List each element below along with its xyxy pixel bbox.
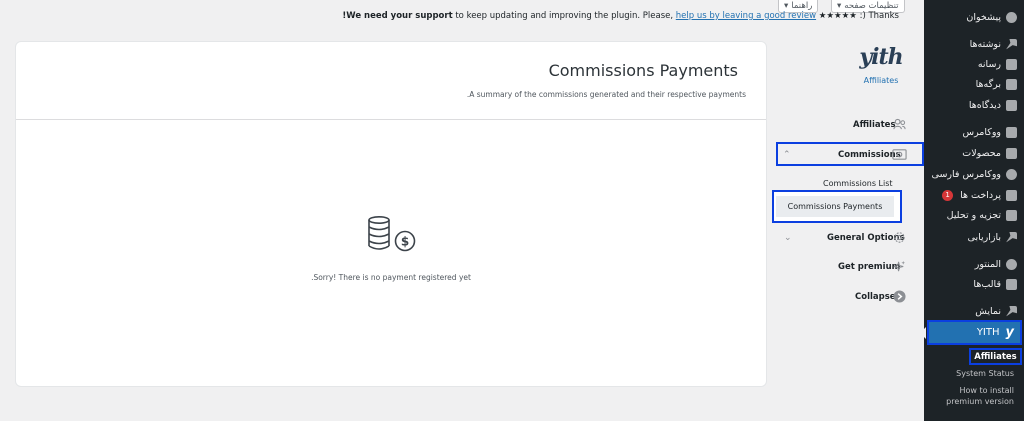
current-menu-arrow	[920, 327, 926, 339]
wp-menu-comments[interactable]: دیدگاه‌ها	[924, 95, 1024, 115]
notice-text: to keep updating and improving the plugi…	[452, 11, 676, 21]
wp-menu-label: بازاریابی	[967, 231, 1001, 243]
pages-icon	[1006, 78, 1017, 90]
wp-menu-marketing[interactable]: بازاریابی	[924, 227, 1024, 247]
chevron-up-icon: ⌃	[783, 150, 791, 160]
marketing-icon	[1006, 231, 1017, 243]
templates-icon	[1006, 278, 1017, 290]
nav-get-premium[interactable]: Get premium	[838, 257, 900, 277]
wp-menu-templates[interactable]: قالب‌ها	[924, 274, 1024, 294]
wp-menu-label: رسانه	[977, 58, 1001, 70]
users-icon	[893, 118, 906, 130]
wp-menu-label: نوشته‌ها	[969, 38, 1001, 50]
wp-menu-label: YITH	[976, 327, 1000, 338]
review-notice: !We need your support to keep updating a…	[342, 11, 899, 21]
wp-menu-appearance[interactable]: نمایش	[924, 301, 1024, 321]
notification-badge: 1	[942, 189, 954, 201]
nav-commissions-payments[interactable]: Commissions Payments	[772, 190, 902, 223]
analytics-icon	[1006, 209, 1017, 221]
products-icon	[1006, 147, 1017, 159]
wp-menu-label: المنتور	[974, 258, 1001, 270]
chevron-down-icon: ⌄	[784, 233, 792, 243]
notice-tail: ★★★★★ :) Thanks	[816, 11, 899, 21]
wp-menu-label: ووکامرس	[962, 126, 1001, 138]
wp-menu-pages[interactable]: برگه‌ها	[924, 74, 1024, 94]
elementor-icon	[1006, 258, 1017, 270]
nav-affiliates[interactable]: Affiliates	[853, 115, 896, 135]
screen-options-label: تنظیمات صفحه	[844, 1, 899, 11]
collapse-arrow-icon[interactable]	[893, 290, 906, 303]
card-divider	[16, 119, 766, 120]
help-label: راهنما	[791, 1, 813, 11]
payments-icon	[1006, 189, 1017, 201]
wp-menu-dashboard[interactable]: پیشخوان	[924, 7, 1024, 27]
svg-text:$: $	[401, 235, 409, 249]
wp-submenu-system-status[interactable]: System Status	[956, 368, 1014, 379]
wp-submenu-affiliates[interactable]: Affiliates	[969, 348, 1022, 365]
wp-submenu-install-premium[interactable]: How to install premium version	[924, 385, 1014, 407]
wp-menu-media[interactable]: رسانه	[924, 54, 1024, 74]
review-link[interactable]: help us by leaving a good review	[676, 11, 816, 21]
empty-state-message: .Sorry! There is no payment registered y…	[311, 273, 471, 282]
chevron-down-icon: ▾	[784, 1, 789, 11]
media-icon	[1006, 58, 1017, 70]
page-title: Commissions Payments	[548, 61, 738, 80]
wp-menu-label: نمایش	[975, 305, 1001, 317]
woocommerce-icon	[1006, 126, 1017, 138]
wp-menu-label: قالب‌ها	[973, 278, 1001, 290]
comments-icon	[1006, 99, 1017, 111]
yith-logo: yith	[859, 44, 903, 70]
sparkle-icon	[893, 260, 906, 272]
wp-menu-label: پرداخت ها	[960, 189, 1001, 201]
wp-menu-analytics[interactable]: تجزیه و تحلیل	[924, 205, 1024, 225]
wp-menu-elementor[interactable]: المنتور	[924, 254, 1024, 274]
chevron-down-icon: ▾	[837, 1, 842, 11]
wp-menu-label: برگه‌ها	[975, 78, 1001, 90]
notice-bold: !We need your support	[342, 11, 453, 21]
gear-icon	[894, 232, 905, 243]
appearance-icon	[1006, 305, 1017, 317]
wp-menu-label: تجزیه و تحلیل	[946, 209, 1001, 221]
wp-menu-woo-persian[interactable]: ووکامرس فارسی	[924, 164, 1024, 184]
woo-persian-icon	[1006, 168, 1017, 180]
wp-menu-woocommerce[interactable]: ووکامرس	[924, 122, 1024, 142]
dashboard-icon	[1006, 11, 1017, 23]
yith-icon: y	[1005, 325, 1014, 340]
money-icon	[892, 149, 907, 160]
nav-affiliates-label: Affiliates	[853, 120, 896, 130]
wp-menu-label: دیدگاه‌ها	[968, 99, 1001, 111]
page-subtitle: .A summary of the commissions generated …	[466, 90, 746, 99]
wp-menu-products[interactable]: محصولات	[924, 143, 1024, 163]
wp-menu-label: پیشخوان	[966, 11, 1001, 23]
coins-dollar-icon: $	[368, 216, 416, 252]
pin-icon	[1006, 38, 1017, 50]
yith-logo-label: Affiliates	[863, 76, 899, 85]
wp-menu-payments[interactable]: پرداخت ها 1	[924, 185, 1024, 205]
wp-menu-label: ووکامرس فارسی	[931, 168, 1001, 180]
wp-menu-yith[interactable]: y YITH	[927, 320, 1022, 345]
nav-collapse[interactable]: Collapse	[855, 287, 896, 307]
nav-commissions-payments-label: Commissions Payments	[776, 196, 894, 217]
main-card: Commissions Payments .A summary of the c…	[15, 41, 767, 387]
wp-menu-label: محصولات	[962, 147, 1001, 159]
wp-menu-posts[interactable]: نوشته‌ها	[924, 34, 1024, 54]
